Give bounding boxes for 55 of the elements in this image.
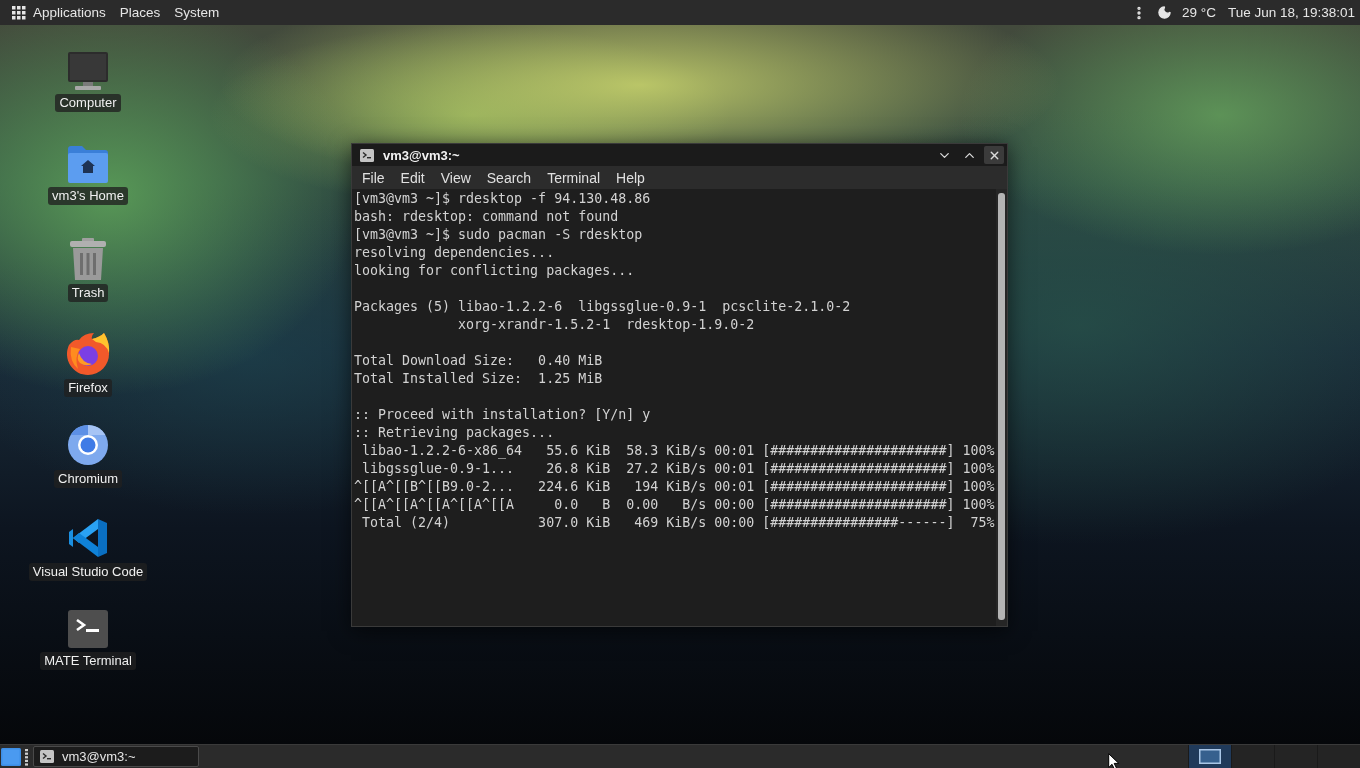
terminal-line: libao-1.2.2-6-x86_64 55.6 KiB 58.3 KiB/s 00:01 [######################] 100% bbox=[361, 442, 995, 460]
panel-menu[interactable]: Applications bbox=[12, 0, 113, 25]
terminal-line: ^[[A^[[A^[[A^[[A^[[A 0.0 B 0.00 B/s 00:00 [######################] 100% bbox=[354, 496, 995, 514]
home-folder-icon[interactable] bbox=[68, 145, 108, 183]
terminal-icon[interactable] bbox=[68, 610, 108, 648]
chromium-icon[interactable] bbox=[67, 424, 109, 466]
terminal-icon bbox=[360, 148, 374, 162]
terminal-line: resolving dependencies... bbox=[354, 244, 555, 262]
desktop-icon-label[interactable]: Computer bbox=[55, 94, 121, 112]
menu-item[interactable]: Terminal bbox=[539, 166, 609, 189]
panel-menu[interactable]: Places bbox=[119, 0, 168, 25]
moon-icon bbox=[1156, 5, 1172, 20]
terminal-line: Packages (5) libao-1.2.2-6 libgssglue-0.9-1 pcsclite-2.1.0-2 bbox=[354, 298, 851, 316]
terminal-line: ^[[A^[[B^[[B9.0-2... 224.6 KiB 194 KiB/s 00:01 [######################] 100% bbox=[354, 478, 995, 496]
show-desktop-button[interactable] bbox=[0, 745, 24, 768]
panel-menu[interactable]: System bbox=[174, 0, 227, 25]
menu-item[interactable]: File bbox=[354, 166, 393, 189]
terminal-line: libgssglue-0.9-1... 26.8 KiB 27.2 KiB/s 00:01 [######################] 100% bbox=[361, 460, 995, 478]
desktop-icon-label[interactable]: Visual Studio Code bbox=[28, 563, 148, 581]
terminal-line: xorg-xrandr-1.5.2-1 rdesktop-1.9.0-2 bbox=[457, 316, 755, 334]
clock[interactable]: Tue Jun 18, 19:38:01 bbox=[1227, 5, 1355, 20]
window-title: vm3@vm3:~ bbox=[383, 147, 460, 163]
scrollbar-thumb[interactable] bbox=[998, 193, 1005, 620]
app-grid-icon bbox=[12, 5, 26, 20]
taskbar-button[interactable]: vm3@vm3:~ bbox=[33, 746, 199, 767]
terminal-line: Total Installed Size: 1.25 MiB bbox=[354, 370, 603, 388]
menu-item[interactable]: Help bbox=[608, 166, 653, 189]
fox-globe-icon[interactable] bbox=[66, 331, 110, 375]
scrollbar-track[interactable] bbox=[996, 189, 1007, 626]
terminal-line: Total Download Size: 0.40 MiB bbox=[354, 352, 603, 370]
temperature: 29 °C bbox=[1181, 5, 1216, 20]
code-editor-icon[interactable] bbox=[67, 517, 109, 559]
menu-item[interactable]: View bbox=[432, 166, 479, 189]
terminal-line: [vm3@vm3 ~]$ sudo pacman -S rdesktop bbox=[354, 226, 643, 244]
terminal-line: looking for conflicting packages... bbox=[354, 262, 635, 280]
trash-icon[interactable] bbox=[70, 238, 106, 280]
close-button[interactable] bbox=[984, 146, 1004, 164]
menu-item[interactable]: Search bbox=[478, 166, 540, 189]
mouse-pointer-icon bbox=[1108, 753, 1120, 768]
monitor-icon[interactable] bbox=[68, 52, 108, 90]
terminal-line: :: Proceed with installation? [Y/n] y bbox=[354, 406, 651, 424]
workspace-button[interactable] bbox=[1188, 745, 1231, 768]
desktop-icon bbox=[1, 747, 21, 766]
terminal-icon bbox=[40, 750, 54, 763]
drag-handle-icon[interactable] bbox=[24, 747, 29, 766]
terminal-line: bash: rdesktop: command not found bbox=[354, 208, 619, 226]
desktop-icon-label[interactable]: Firefox bbox=[64, 379, 112, 397]
desktop-icon-label[interactable]: Trash bbox=[67, 284, 109, 302]
terminal-line: :: Retrieving packages... bbox=[354, 424, 555, 442]
desktop-icon-label[interactable]: Chromium bbox=[54, 470, 122, 488]
terminal-line: Total (2/4) 307.0 KiB 469 KiB/s 00:00 [################------] 75% bbox=[361, 514, 995, 532]
terminal-line: [vm3@vm3 ~]$ rdesktop -f 94.130.48.86 bbox=[354, 190, 651, 208]
menu-item[interactable]: Edit bbox=[392, 166, 433, 189]
desktop-icon-label[interactable]: vm3's Home bbox=[48, 187, 128, 205]
desktop-icon-label[interactable]: MATE Terminal bbox=[40, 652, 136, 670]
